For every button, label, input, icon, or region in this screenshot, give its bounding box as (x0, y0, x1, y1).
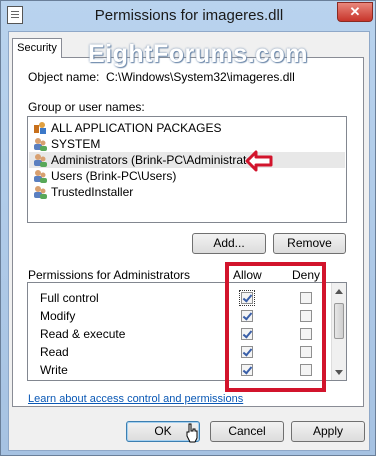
permission-row-label: Write (40, 363, 68, 377)
window-title: Permissions for imageres.dll (94, 7, 284, 24)
permission-row-label: Read (40, 345, 69, 359)
users-icon (34, 170, 47, 183)
group-names-label: Group or user names: (28, 100, 145, 114)
watermark: EightForums.com (88, 40, 309, 68)
list-item-label: TrustedInstaller (51, 185, 134, 199)
title-bar[interactable]: Permissions for imageres.dll ✕ (1, 1, 377, 31)
list-item-label: SYSTEM (51, 137, 101, 151)
scroll-up-arrow-icon[interactable] (335, 289, 343, 294)
apply-button[interactable]: Apply (291, 421, 365, 442)
app-packages-icon (34, 122, 46, 134)
list-item-label: Administrators (Brink-PC\Administrators) (51, 153, 268, 167)
permission-row-label: Full control (40, 291, 99, 305)
users-icon (34, 186, 47, 199)
permission-row-label: Modify (40, 309, 76, 323)
remove-button[interactable]: Remove (273, 233, 346, 254)
users-icon (34, 138, 47, 151)
object-name-value: C:\Windows\System32\imageres.dll (106, 70, 295, 84)
object-name-label: Object name: (28, 70, 100, 84)
red-arrow-annotation (245, 150, 273, 172)
cancel-button[interactable]: Cancel (210, 421, 284, 442)
mouse-cursor-icon (186, 423, 198, 443)
access-control-help-link[interactable]: Learn about access control and permissio… (28, 393, 243, 405)
scroll-down-arrow-icon[interactable] (335, 370, 343, 375)
users-icon (34, 154, 47, 167)
permissions-label: Permissions for Administrators (28, 268, 191, 282)
group-list[interactable]: ALL APPLICATION PACKAGES SYSTEM Administ… (27, 116, 347, 223)
add-button[interactable]: Add... (192, 233, 266, 254)
permissions-scrollbar[interactable] (331, 283, 346, 380)
scroll-thumb[interactable] (334, 303, 344, 339)
red-highlight-box (225, 262, 326, 392)
permission-row-label: Read & execute (40, 327, 126, 341)
list-item-label: ALL APPLICATION PACKAGES (51, 121, 222, 135)
close-button[interactable]: ✕ (337, 2, 373, 22)
list-item-label: Users (Brink-PC\Users) (51, 169, 177, 183)
tab-security[interactable]: Security (12, 38, 62, 58)
